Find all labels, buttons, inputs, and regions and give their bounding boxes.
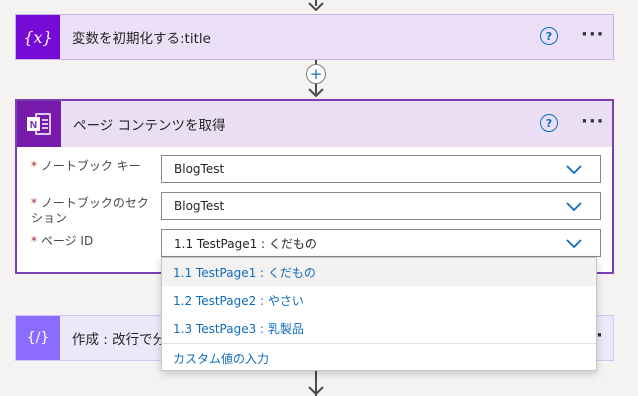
notebook-key-label: * ノートブック キー (31, 159, 141, 173)
more-options-icon[interactable]: ··· (581, 24, 605, 45)
arrow-down-icon (308, 2, 324, 12)
custom-value-option[interactable]: カスタム値の入力 (162, 344, 596, 372)
variable-icon: {x} (16, 15, 60, 59)
more-options-icon[interactable]: · (596, 325, 604, 346)
chevron-down-icon[interactable] (566, 200, 582, 212)
notebook-section-label: * ノートブックのセクション (31, 196, 149, 225)
dropdown-option[interactable]: 1.1 TestPage1 : くだもの (162, 258, 596, 286)
page-id-field[interactable]: 1.1 TestPage1 : くだもの (161, 229, 601, 257)
more-options-icon[interactable]: ··· (581, 111, 605, 132)
get-page-content-card[interactable]: N ページ コンテンツを取得 ? ··· * ノートブック キー BlogTes… (15, 99, 614, 274)
card-title: 変数を初期化する:title (72, 31, 211, 47)
card-title: ページ コンテンツを取得 (73, 118, 226, 134)
help-icon[interactable]: ? (540, 114, 558, 132)
dropdown-option[interactable]: 1.3 TestPage3 : 乳製品 (162, 314, 596, 342)
svg-text:N: N (30, 120, 37, 131)
chevron-down-icon[interactable] (566, 163, 582, 175)
arrow-down-icon (308, 88, 324, 98)
help-icon[interactable]: ? (540, 27, 558, 45)
page-id-dropdown[interactable]: 1.1 TestPage1 : くだもの 1.2 TestPage2 : やさい… (161, 257, 597, 371)
onenote-logo-icon: N (27, 113, 51, 135)
arrow-down-icon (308, 386, 324, 396)
field-value: 1.1 TestPage1 : くだもの (174, 236, 317, 251)
page-id-label: * ページ ID (31, 234, 94, 248)
chevron-down-icon[interactable] (566, 237, 582, 249)
compose-icon: {∕} (16, 316, 60, 360)
field-value: BlogTest (174, 199, 225, 213)
add-step-button[interactable]: + (306, 64, 326, 84)
onenote-icon: N (17, 101, 61, 147)
initialize-variable-card[interactable]: {x} 変数を初期化する:title ? ··· (15, 14, 614, 60)
dropdown-option[interactable]: 1.2 TestPage2 : やさい (162, 286, 596, 314)
notebook-key-field[interactable]: BlogTest (161, 155, 601, 183)
field-value: BlogTest (174, 162, 225, 176)
notebook-section-field[interactable]: BlogTest (161, 192, 601, 220)
